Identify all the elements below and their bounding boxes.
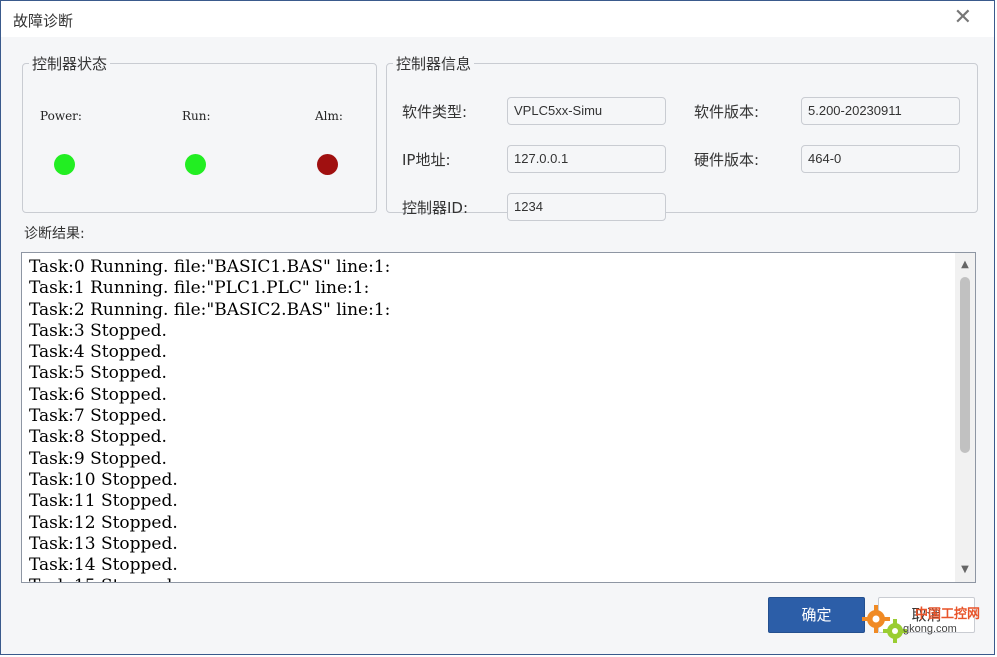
controller-status-group: 控制器状态 Power: Run: Alm: — [22, 53, 377, 213]
vertical-scrollbar[interactable]: ▲ ▼ — [955, 253, 975, 582]
diagnosis-lines: Task:0 Running. file:"BASIC1.BAS" line:1… — [29, 257, 391, 582]
diagnosis-line: Task:10 Stopped. — [29, 469, 178, 490]
diagnosis-line: Task:7 Stopped. — [29, 406, 167, 427]
hardware-version-label: 硬件版本: — [694, 151, 760, 169]
controller-id-field: 1234 — [507, 193, 666, 221]
software-type-label: 软件类型: — [402, 103, 468, 121]
title-bar: 故障诊断 ✕ — [1, 1, 994, 37]
ip-address-field: 127.0.0.1 — [507, 145, 666, 173]
software-version-field: 5.200-20230911 — [801, 97, 960, 125]
watermark: 中国工控网 gkong.com — [859, 601, 989, 645]
run-label: Run: — [182, 109, 211, 123]
diagnosis-line: Task:4 Stopped. — [29, 342, 167, 363]
diagnosis-line: Task:9 Stopped. — [29, 448, 167, 469]
watermark-site-name: 中国工控网 — [915, 607, 981, 622]
fault-diagnosis-dialog: 故障诊断 ✕ 控制器状态 Power: Run: Alm: 控制器信息 软件类型… — [0, 0, 995, 655]
diagnosis-line: Task:13 Stopped. — [29, 533, 178, 554]
diagnosis-line: Task:3 Stopped. — [29, 320, 167, 341]
diagnosis-line: Task:6 Stopped. — [29, 384, 167, 405]
power-label: Power: — [40, 109, 82, 123]
run-led-icon — [185, 154, 206, 175]
scroll-down-arrow-icon[interactable]: ▼ — [955, 560, 975, 580]
diagnosis-result-textbox[interactable]: Task:0 Running. file:"BASIC1.BAS" line:1… — [21, 252, 976, 583]
ip-address-label: IP地址: — [402, 151, 451, 169]
controller-info-title: 控制器信息 — [396, 55, 472, 73]
controller-info-group: 控制器信息 软件类型: VPLC5xx-Simu 软件版本: 5.200-202… — [386, 53, 978, 221]
power-led-icon — [54, 154, 75, 175]
diagnosis-line: Task:12 Stopped. — [29, 512, 178, 533]
dialog-title: 故障诊断 — [13, 12, 74, 30]
scroll-up-arrow-icon[interactable]: ▲ — [955, 255, 975, 275]
diagnosis-line: Task:2 Running. file:"BASIC2.BAS" line:1… — [29, 299, 391, 320]
watermark-domain: gkong.com — [903, 623, 957, 635]
software-type-field: VPLC5xx-Simu — [507, 97, 666, 125]
diagnosis-line: Task:0 Running. file:"BASIC1.BAS" line:1… — [29, 257, 391, 277]
ok-button[interactable]: 确定 — [768, 597, 865, 633]
diagnosis-line: Task:15 Stopped. — [29, 576, 390, 582]
hardware-version-field: 464-0 — [801, 145, 960, 173]
software-version-label: 软件版本: — [694, 103, 760, 121]
close-icon[interactable]: ✕ — [954, 5, 972, 31]
diagnosis-line: Task:11 Stopped. — [29, 491, 178, 512]
diagnosis-line: Task:8 Stopped. — [29, 427, 167, 448]
alm-label: Alm: — [315, 109, 343, 123]
diagnosis-line: Task:5 Stopped. — [29, 363, 167, 384]
diagnosis-result-label: 诊断结果: — [24, 226, 85, 242]
scrollbar-thumb[interactable] — [960, 277, 970, 453]
controller-id-label: 控制器ID: — [402, 199, 469, 217]
alarm-led-icon — [317, 154, 338, 175]
controller-status-title: 控制器状态 — [32, 55, 108, 73]
diagnosis-line: Task:14 Stopped. — [29, 555, 178, 576]
diagnosis-line: Task:1 Running. file:"PLC1.PLC" line:1: — [29, 278, 370, 299]
